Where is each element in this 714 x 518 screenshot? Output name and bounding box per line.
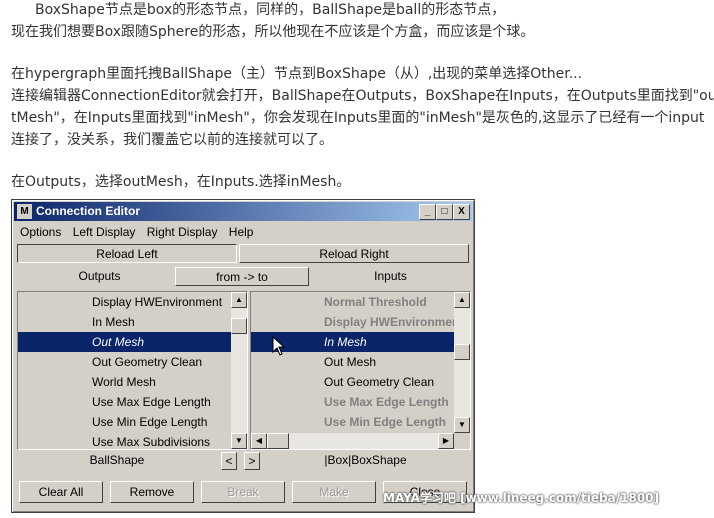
outputs-scrollbar[interactable]: ▲ ▼ <box>231 292 247 449</box>
article-line: 连接了，没关系，我们覆盖它以前的连接就可以了。 <box>11 132 333 148</box>
menu-options[interactable]: Options <box>16 223 65 241</box>
inputs-item[interactable]: Normal Threshold <box>251 292 454 312</box>
menu-help[interactable]: Help <box>225 223 258 241</box>
mouse-cursor-icon <box>272 336 286 356</box>
inputs-item[interactable]: Display HWEnvironment <box>251 312 454 332</box>
inputs-item[interactable]: Use Min Edge Length <box>251 412 454 432</box>
menu-left-display[interactable]: Left Display <box>69 223 140 241</box>
window-title: Connection Editor <box>36 204 140 218</box>
outputs-label: Outputs <box>78 269 121 283</box>
make-button[interactable]: Make <box>292 481 376 503</box>
reload-left-button[interactable]: Reload Left <box>17 244 237 263</box>
outputs-item[interactable]: Use Min Edge Length <box>18 412 231 432</box>
article-line: tMesh"，在Inputs里面找到"inMesh"，你会发现在Inputs里面… <box>11 110 705 126</box>
outputs-list[interactable]: Display HWEnvironment In Mesh Out Mesh Out … <box>17 291 248 450</box>
reload-right-button[interactable]: Reload Right <box>239 244 469 263</box>
outputs-item[interactable]: Use Max Subdivisions <box>18 432 231 449</box>
inputs-item[interactable]: Out Geometry Clean <box>251 372 454 392</box>
break-button[interactable]: Break <box>201 481 285 503</box>
scroll-down-icon[interactable]: ▼ <box>454 417 470 433</box>
article-line: 现在我们想要Box跟随Sphere的形态，所以他现在不应该是个方盒，而应该是个球… <box>11 24 535 40</box>
nav-next-button[interactable]: > <box>244 452 260 470</box>
article-line: 在hypergraph里面托拽BallShape（主）节点到BoxShape（从… <box>11 66 583 82</box>
inputs-scrollbar[interactable]: ▲ ▼ <box>454 292 470 433</box>
title-bar[interactable]: M Connection Editor _ □ X <box>14 202 472 221</box>
nav-prev-button[interactable]: < <box>221 452 237 470</box>
outputs-item[interactable]: Display HWEnvironment <box>18 292 231 312</box>
scroll-thumb[interactable] <box>231 318 247 334</box>
outputs-item[interactable]: World Mesh <box>18 372 231 392</box>
inputs-label: Inputs <box>374 269 407 283</box>
scroll-right-icon[interactable]: ▶ <box>438 433 454 449</box>
menu-bar: Options Left Display Right Display Help <box>16 223 257 241</box>
inputs-hscrollbar[interactable]: ◀ ▶ <box>251 433 454 449</box>
article-line: BoxShape节点是box的形态节点，同样的，BallShape是ball的形… <box>35 2 506 18</box>
from-to-button[interactable]: from -> to <box>175 267 309 286</box>
close-icon[interactable]: X <box>453 204 470 220</box>
inputs-list-rows: Normal Threshold Display HWEnvironment In … <box>251 292 454 433</box>
watermark: MAYA学习吧 [www.lineeg.com/tieba/1800] <box>383 491 660 505</box>
minimize-icon[interactable]: _ <box>419 204 436 220</box>
outputs-list-rows: Display HWEnvironment In Mesh Out Mesh Out … <box>18 292 231 449</box>
inputs-list[interactable]: Normal Threshold Display HWEnvironment In … <box>250 291 471 450</box>
inputs-item[interactable]: Use Max Edge Length <box>251 392 454 412</box>
hscroll-thumb[interactable] <box>267 433 289 449</box>
scroll-down-icon[interactable]: ▼ <box>231 433 247 449</box>
outputs-item[interactable]: Out Mesh <box>18 332 231 352</box>
maya-logo-icon: M <box>17 204 32 219</box>
clear-all-button[interactable]: Clear All <box>19 481 103 503</box>
outputs-item[interactable]: Out Geometry Clean <box>18 352 231 372</box>
scroll-up-icon[interactable]: ▲ <box>231 292 247 308</box>
scroll-left-icon[interactable]: ◀ <box>251 433 267 449</box>
article-line: 连接编辑器ConnectionEditor就会打开，BallShape在Outp… <box>11 88 714 104</box>
scroll-up-icon[interactable]: ▲ <box>454 292 470 308</box>
maximize-icon[interactable]: □ <box>436 204 453 220</box>
menu-right-display[interactable]: Right Display <box>143 223 222 241</box>
article-text: BoxShape节点是box的形态节点，同样的，BallShape是ball的形… <box>11 0 714 193</box>
right-node-name: |Box|BoxShape <box>324 453 407 467</box>
remove-button[interactable]: Remove <box>110 481 194 503</box>
connection-editor-window: M Connection Editor _ □ X Options Left D… <box>11 199 475 513</box>
article-line: 在Outputs，选择outMesh，在Inputs.选择inMesh。 <box>11 174 351 190</box>
outputs-item[interactable]: In Mesh <box>18 312 231 332</box>
left-node-name: BallShape <box>89 453 145 467</box>
scroll-thumb[interactable] <box>454 344 470 360</box>
outputs-item[interactable]: Use Max Edge Length <box>18 392 231 412</box>
